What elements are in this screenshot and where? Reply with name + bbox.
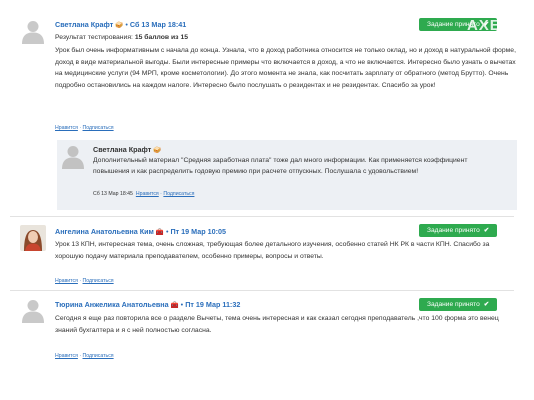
subscribe-link[interactable]: Подписаться: [83, 278, 114, 284]
reply-author-emoji-icon: 🥪: [153, 147, 162, 154]
comment-date[interactable]: Пт 19 Мар 10:05: [170, 227, 226, 236]
author-name[interactable]: Светлана Крафт: [55, 20, 113, 29]
reply-header: Светлана Крафт 🥪: [93, 145, 161, 154]
reply-subscribe-link[interactable]: Подписаться: [163, 191, 194, 197]
comment-actions: Нравится · Подписаться: [55, 353, 114, 359]
status-badge-label: Задание принято: [427, 301, 480, 308]
comment-divider: [10, 216, 514, 217]
comment-header: Светлана Крафт 🥪 • Сб 13 Мар 18:41: [55, 20, 186, 29]
author-name[interactable]: Тюрина Анжелика Анатольевна: [55, 300, 169, 309]
status-badge: Задание принято ✔: [419, 224, 498, 237]
reply-user-avatar[interactable]: [60, 143, 86, 169]
comment-date[interactable]: Пт 19 Мар 11:32: [185, 300, 240, 309]
like-link[interactable]: Нравится: [55, 125, 78, 131]
watermark-logo: AXEJA: [466, 17, 522, 34]
comment-divider: [10, 290, 514, 291]
user-avatar[interactable]: [20, 297, 46, 323]
author-name[interactable]: Ангелина Анатольевна Ким: [55, 227, 154, 236]
test-result: Результат тестирования: 15 баллов из 15: [55, 32, 188, 44]
author-emoji-icon: 🧰: [155, 229, 164, 236]
check-icon: ✔: [483, 301, 490, 308]
like-link[interactable]: Нравится: [55, 278, 78, 284]
subscribe-link[interactable]: Подписаться: [83, 125, 114, 131]
comment-header: Ангелина Анатольевна Ким 🧰 • Пт 19 Мар 1…: [55, 227, 226, 236]
subscribe-link[interactable]: Подписаться: [83, 353, 114, 359]
test-result-label: Результат тестирования:: [55, 34, 135, 41]
comment-actions: Нравится · Подписаться: [55, 125, 114, 131]
check-icon: ✔: [483, 227, 490, 234]
reply-meta: Сб 13 Мар 18:45 Нравится · Подписаться: [93, 191, 194, 197]
user-avatar[interactable]: [20, 18, 46, 44]
comment-header: Тюрина Анжелика Анатольевна 🧰 • Пт 19 Ма…: [55, 300, 240, 309]
reply-date: Сб 13 Мар 18:45: [93, 191, 133, 197]
reply-like-link[interactable]: Нравится: [136, 191, 159, 197]
comment-actions: Нравится · Подписаться: [55, 278, 114, 284]
status-badge-label: Задание принято: [427, 227, 480, 234]
reply-text: Дополнительный материал "Средняя заработ…: [93, 157, 468, 175]
comment-text: Сегодня я еще раз повторила все о раздел…: [55, 315, 499, 334]
comment-text: Урок 13 КПН, интересная тема, очень слож…: [55, 241, 490, 260]
comment-date[interactable]: Сб 13 Мар 18:41: [130, 20, 186, 29]
test-result-score: 15 баллов из 15: [134, 34, 189, 41]
reply-author-name[interactable]: Светлана Крафт: [93, 145, 151, 154]
user-photo-avatar[interactable]: [20, 225, 46, 251]
author-emoji-icon: 🧰: [170, 302, 179, 309]
like-link[interactable]: Нравится: [55, 353, 78, 359]
status-badge: Задание принято ✔: [419, 298, 498, 311]
comment-text: Урок был очень информативным с начала до…: [55, 47, 516, 89]
